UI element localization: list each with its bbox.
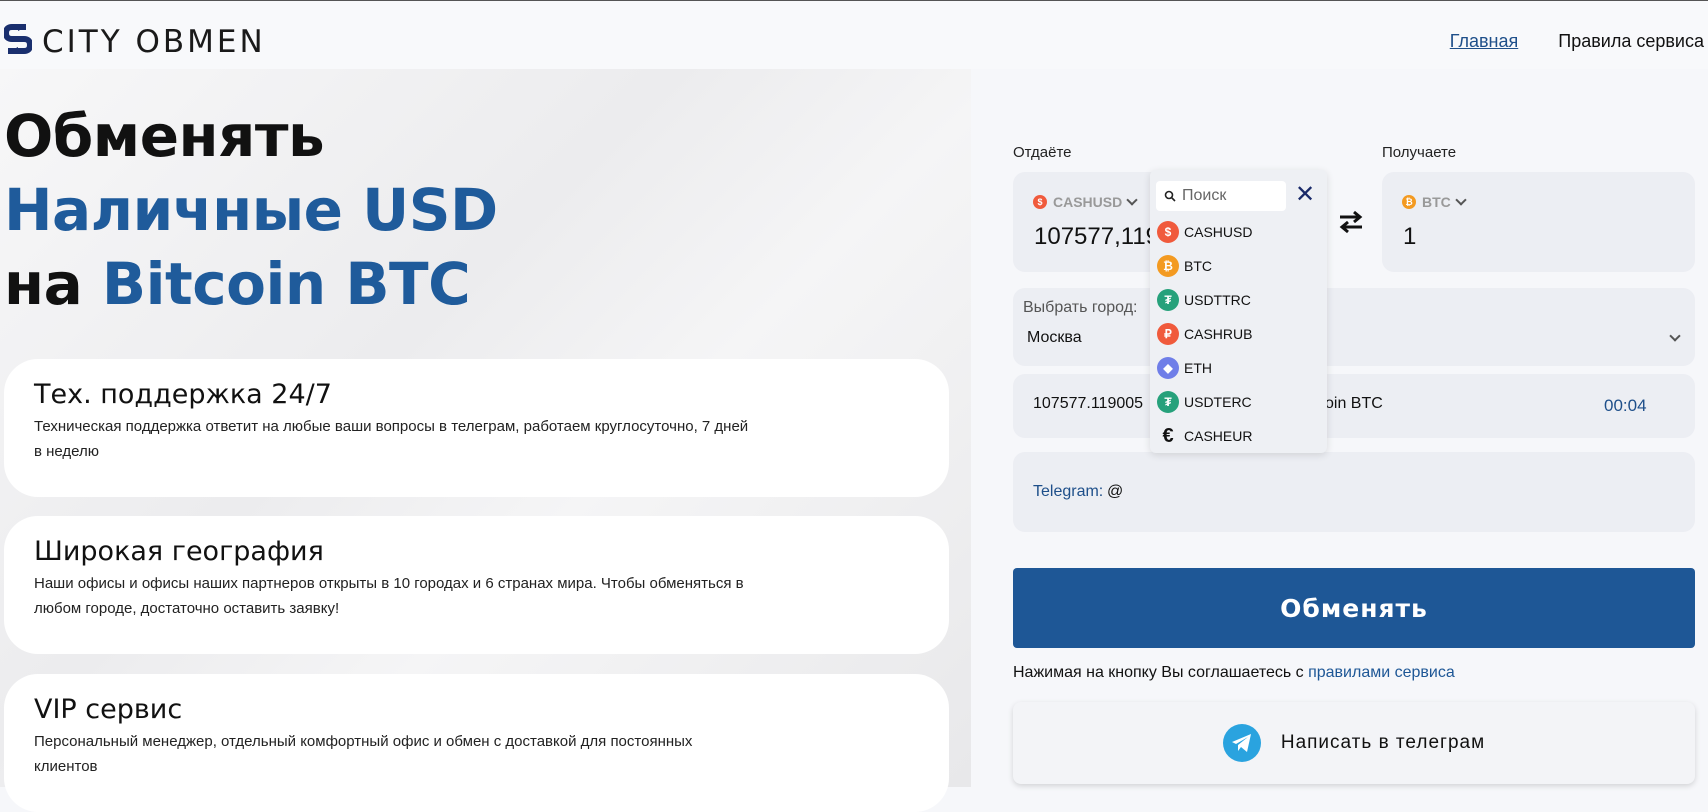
rules-link[interactable]: правилами сервиса (1308, 664, 1455, 681)
telegram-button[interactable]: Написать в телеграм (1013, 702, 1695, 784)
ethereum-icon: ◆ (1157, 357, 1179, 379)
agreement-prefix: Нажимая на кнопку Вы соглашаетесь с (1013, 664, 1309, 681)
tether-icon: ₮ (1157, 289, 1179, 311)
currency-option-cashrub[interactable]: ₽ CASHRUB (1157, 322, 1252, 346)
currency-option-usdterc[interactable]: ₮ USDTERC (1157, 390, 1252, 414)
currency-option-cashusd[interactable]: $ CASHUSD (1157, 220, 1252, 244)
hero-line-3-prefix: на (4, 250, 102, 318)
option-label: CASHRUB (1184, 326, 1253, 342)
currency-option-usdttrc[interactable]: ₮ USDTTRC (1157, 288, 1251, 312)
telegram-icon (1222, 724, 1261, 762)
nav-link-home[interactable]: Главная (1450, 31, 1519, 52)
site-header: CITY OBMEN Главная Правила сервиса (0, 1, 1708, 69)
euro-icon: € (1162, 424, 1174, 447)
exchange-button[interactable]: Обменять (1013, 568, 1695, 648)
get-currency-label: BTC (1422, 194, 1451, 210)
feature-text: Персональный менеджер, отдельный комфорт… (34, 733, 693, 775)
feature-text: Наши офисы и офисы наших партнеров откры… (34, 575, 744, 617)
option-label: CASHUSD (1184, 224, 1253, 240)
option-label: CASHEUR (1184, 428, 1253, 444)
option-label: ETH (1184, 360, 1212, 376)
dollar-icon: $ (1157, 221, 1179, 243)
feature-title: Тех. поддержка 24/7 (34, 379, 332, 410)
bitcoin-icon: ₿ (1157, 255, 1179, 277)
option-label: USDTERC (1184, 394, 1252, 410)
city-label: Выбрать город: (1023, 299, 1138, 316)
tether-icon: ₮ (1157, 391, 1179, 413)
hero-line-1: Обменять (4, 102, 325, 170)
hero-heading: Обменять Наличные USD на Bitcoin BTC (4, 99, 498, 321)
summary-amount: 107577.119005 (1033, 395, 1144, 412)
main-nav: Главная Правила сервиса (1450, 31, 1704, 52)
search-icon (1164, 190, 1176, 202)
currency-option-casheur[interactable]: € CASHEUR (1157, 424, 1252, 448)
currency-option-eth[interactable]: ◆ ETH (1157, 356, 1212, 380)
swap-icon[interactable] (1336, 207, 1366, 237)
feature-card-geography: Широкая география Наши офисы и офисы наш… (4, 516, 949, 654)
agreement-text: Нажимая на кнопку Вы соглашаетесь с прав… (1013, 664, 1455, 682)
get-amount-input[interactable]: 1 (1403, 223, 1416, 251)
currency-option-btc[interactable]: ₿ BTC (1157, 254, 1212, 278)
hero-line-3-accent: Bitcoin BTC (101, 250, 471, 318)
telegram-input[interactable]: @ (1107, 483, 1123, 501)
currency-search-input[interactable] (1182, 187, 1282, 205)
ruble-icon: ₽ (1157, 323, 1179, 345)
logo-icon (4, 24, 32, 54)
get-currency-select[interactable]: ₿ BTC (1402, 194, 1467, 210)
feature-title: Широкая география (34, 536, 324, 567)
feature-text: Техническая поддержка ответит на любые в… (34, 418, 749, 460)
nav-link-rules[interactable]: Правила сервиса (1558, 31, 1704, 52)
chevron-down-icon (1455, 194, 1467, 206)
hero-line-2: Наличные USD (4, 176, 498, 244)
feature-title: VIP сервис (34, 694, 183, 725)
currency-dropdown: ✕ $ CASHUSD ₿ BTC ₮ USDTTRC ₽ CASHRUB ◆ … (1150, 170, 1327, 453)
give-amount-input[interactable]: 107577,119 (1034, 223, 1159, 251)
give-label: Отдаёте (1013, 144, 1072, 161)
feature-card-vip: VIP сервис Персональный менеджер, отдель… (4, 674, 949, 812)
give-currency-select[interactable]: $ CASHUSD (1033, 194, 1138, 210)
chevron-down-icon (1126, 194, 1138, 206)
option-label: USDTTRC (1184, 292, 1251, 308)
get-label: Получаете (1382, 144, 1457, 161)
bitcoin-icon: ₿ (1402, 195, 1416, 209)
telegram-label: Telegram: (1033, 483, 1104, 500)
telegram-button-label: Написать в телеграм (1280, 732, 1486, 753)
feature-card-support: Тех. поддержка 24/7 Техническая поддержк… (4, 359, 949, 497)
currency-search[interactable] (1156, 181, 1286, 211)
logo[interactable]: CITY OBMEN (4, 23, 266, 61)
hero-section: Обменять Наличные USD на Bitcoin BTC Тех… (0, 69, 971, 812)
give-currency-label: CASHUSD (1053, 194, 1123, 210)
logo-text: CITY OBMEN (42, 24, 266, 60)
dollar-icon: $ (1033, 195, 1047, 209)
hero-line-3: на Bitcoin BTC (4, 247, 498, 321)
city-value: Москва (1027, 329, 1082, 346)
rate-timer: 00:04 (1604, 396, 1647, 415)
option-label: BTC (1184, 258, 1212, 274)
get-box[interactable] (1382, 172, 1695, 272)
close-icon[interactable]: ✕ (1293, 183, 1317, 208)
